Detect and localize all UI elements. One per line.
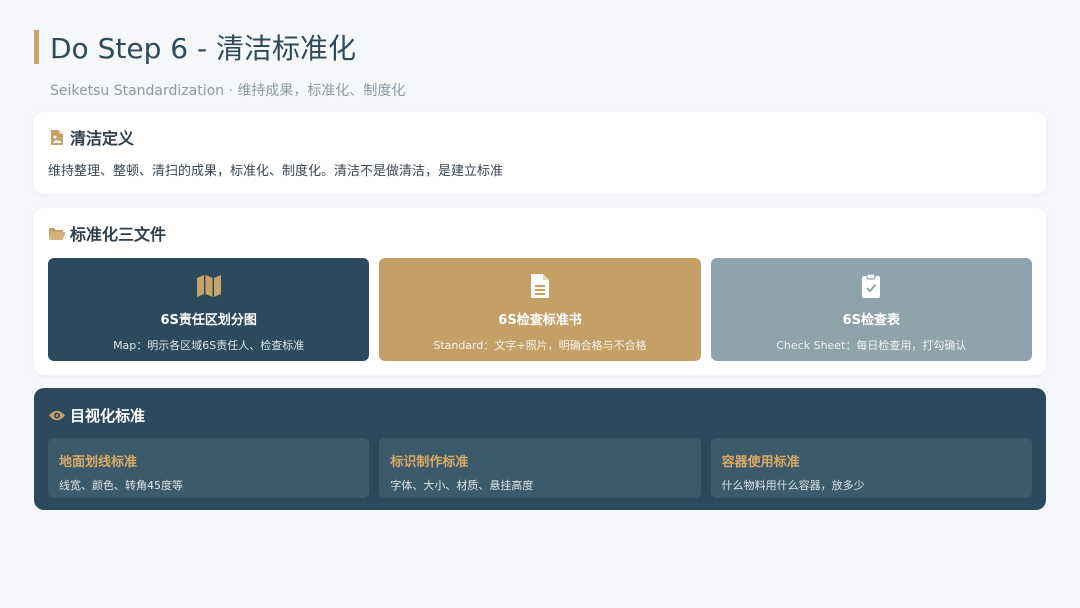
doc-title-check-sheet: 6S检查表 [842, 313, 901, 328]
documents-row: 6S责任区划分图 Map：明示各区域6S责任人、检查标准 6S检查标准书 Sta… [48, 258, 1032, 361]
definition-text: 维持整理、整顿、清扫的成果，标准化、制度化。清洁不是做清洁，是建立标准 [48, 164, 504, 179]
visual-item-containers: 容器使用标准 什么物料用什么容器，放多少 [710, 438, 1032, 498]
doc-desc-map: Map：明示各区域6S责任人、检查标准 [113, 339, 305, 352]
visual-row: 地面划线标准 线宽、颜色、转角45度等 标识制作标准 字体、大小、材质、悬挂高度… [48, 438, 1032, 498]
visual-item-floor-lines: 地面划线标准 线宽、颜色、转角45度等 [48, 438, 370, 498]
visual-item-title: 地面划线标准 [59, 455, 138, 470]
page-header: Do Step 6 - 清洁标准化 Seiketsu Standardizati… [34, 28, 1044, 100]
visual-item-title: 容器使用标准 [721, 455, 800, 470]
visual-header: 目视化标准 [48, 404, 1032, 426]
title-accent-bar [34, 30, 39, 64]
visual-item-title: 标识制作标准 [390, 455, 469, 470]
visual-item-desc: 什么物料用什么容器，放多少 [721, 479, 865, 492]
visual-item-signage: 标识制作标准 字体、大小、材质、悬挂高度 [379, 438, 701, 498]
folder-open-icon [48, 224, 66, 242]
doc-card-map: 6S责任区划分图 Map：明示各区域6S责任人、检查标准 [48, 258, 370, 361]
visual-standards-card: 目视化标准 地面划线标准 线宽、颜色、转角45度等 标识制作标准 字体、大小、材… [34, 388, 1046, 510]
doc-desc-check-sheet: Check Sheet：每日检查用，打勾确认 [776, 339, 967, 352]
page-title: Do Step 6 - 清洁标准化 [50, 32, 356, 65]
file-image-icon [48, 128, 66, 146]
doc-card-standard: 6S检查标准书 Standard：文字+照片，明确合格与不合格 [379, 258, 701, 361]
visual-item-desc: 字体、大小、材质、悬挂高度 [390, 479, 534, 492]
visual-title: 目视化标准 [70, 406, 146, 425]
eye-icon [48, 406, 66, 424]
doc-title-map: 6S责任区划分图 [160, 313, 257, 328]
map-icon [195, 272, 223, 300]
visual-item-desc: 线宽、颜色、转角45度等 [59, 479, 183, 492]
definition-card: 清洁定义 维持整理、整顿、清扫的成果，标准化、制度化。清洁不是做清洁，是建立标准 [34, 112, 1046, 194]
definition-header: 清洁定义 [48, 126, 1032, 148]
page-subtitle: Seiketsu Standardization · 维持成果，标准化、制度化 [50, 83, 406, 99]
document-icon [526, 272, 554, 300]
title-row: Do Step 6 - 清洁标准化 [34, 28, 1044, 66]
doc-desc-standard: Standard：文字+照片，明确合格与不合格 [433, 339, 647, 352]
doc-title-standard: 6S检查标准书 [498, 313, 582, 328]
clipboard-check-icon [857, 272, 885, 300]
definition-title: 清洁定义 [70, 129, 135, 148]
documents-title: 标准化三文件 [70, 225, 167, 244]
documents-header: 标准化三文件 [48, 222, 1032, 244]
documents-card: 标准化三文件 6S责任区划分图 Map：明示各区域6S责任人、检查标准 6S检查… [34, 208, 1046, 375]
doc-card-check-sheet: 6S检查表 Check Sheet：每日检查用，打勾确认 [710, 258, 1032, 361]
